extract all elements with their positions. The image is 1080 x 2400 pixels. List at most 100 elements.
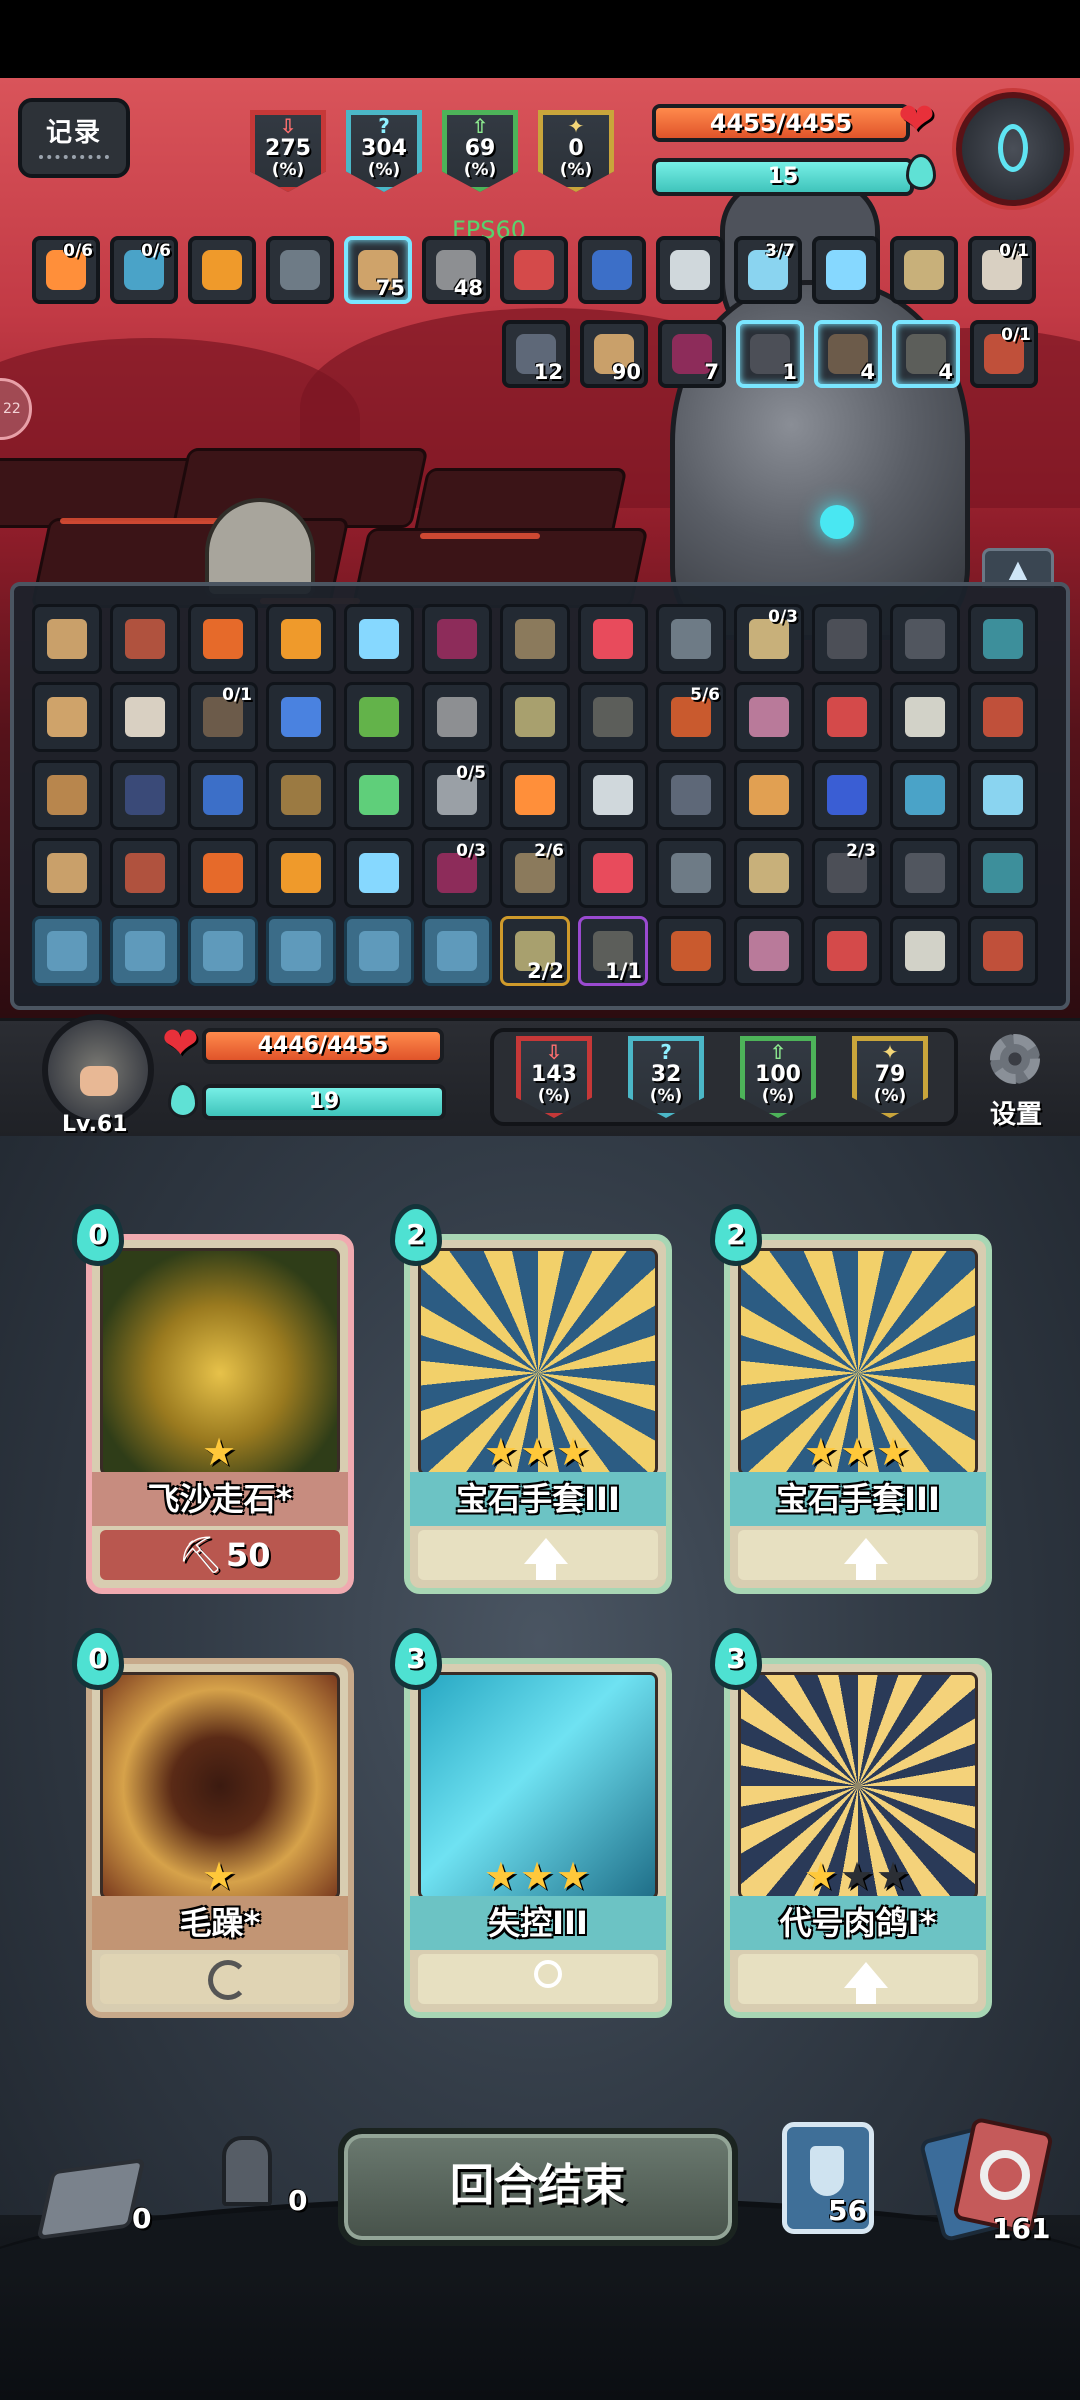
inventory-item[interactable]: 1/1 <box>578 916 648 986</box>
inventory-item[interactable] <box>968 682 1038 752</box>
inventory-item[interactable] <box>32 604 102 674</box>
inventory-item[interactable] <box>500 760 570 830</box>
inventory-item[interactable] <box>188 916 258 986</box>
end-turn-button[interactable]: 回合结束 <box>338 2128 738 2246</box>
inventory-item[interactable] <box>656 916 726 986</box>
player-avatar[interactable] <box>42 1014 154 1126</box>
inventory-item[interactable] <box>110 916 180 986</box>
inventory-item[interactable]: 0/3 <box>422 838 492 908</box>
inventory-item[interactable]: 2/2 <box>500 916 570 986</box>
inventory-item[interactable] <box>266 916 336 986</box>
one-eyed-robot-icon[interactable] <box>956 92 1070 206</box>
inventory-item[interactable] <box>890 682 960 752</box>
discard-pile[interactable]: 0 <box>36 2158 151 2240</box>
inventory-item[interactable] <box>812 760 882 830</box>
settings-button[interactable]: 设置 <box>990 1094 1042 1131</box>
inventory-item[interactable] <box>500 604 570 674</box>
inventory-item[interactable] <box>266 760 336 830</box>
draw-deck[interactable]: 161 <box>918 2116 1062 2248</box>
inventory-item[interactable] <box>578 760 648 830</box>
inventory-item[interactable] <box>188 838 258 908</box>
inventory-item[interactable] <box>500 682 570 752</box>
inventory-item[interactable] <box>734 760 804 830</box>
status-slot[interactable]: 4 <box>814 320 882 388</box>
inventory-item[interactable] <box>422 604 492 674</box>
inventory-item[interactable] <box>968 604 1038 674</box>
inventory-item[interactable] <box>188 760 258 830</box>
inventory-item[interactable] <box>110 682 180 752</box>
status-slot[interactable]: 0/1 <box>968 236 1036 304</box>
status-slot[interactable]: 7 <box>658 320 726 388</box>
inventory-item[interactable] <box>734 682 804 752</box>
status-slot[interactable] <box>266 236 334 304</box>
status-slot[interactable]: 1 <box>736 320 804 388</box>
inventory-item[interactable] <box>344 760 414 830</box>
inventory-item[interactable] <box>890 838 960 908</box>
potion-pile[interactable]: 56 <box>782 2122 874 2234</box>
hand-card[interactable]: ★ 毛躁* <box>86 1658 354 2018</box>
inventory-item[interactable] <box>656 838 726 908</box>
inventory-item[interactable]: 2/6 <box>500 838 570 908</box>
status-slot[interactable]: 90 <box>580 320 648 388</box>
inventory-item[interactable] <box>968 916 1038 986</box>
status-slot[interactable]: 0/1 <box>970 320 1038 388</box>
inventory-item[interactable] <box>812 682 882 752</box>
inventory-item[interactable] <box>578 682 648 752</box>
inventory-item[interactable] <box>656 604 726 674</box>
hand-card[interactable]: ★ 飞沙走石* ⛏ 50 <box>86 1234 354 1594</box>
status-slot[interactable] <box>812 236 880 304</box>
status-slot[interactable]: 3/7 <box>734 236 802 304</box>
inventory-item[interactable] <box>266 604 336 674</box>
status-slot[interactable]: 0/6 <box>110 236 178 304</box>
status-slot[interactable] <box>578 236 646 304</box>
inventory-item[interactable] <box>188 604 258 674</box>
inventory-item[interactable] <box>266 682 336 752</box>
inventory-item[interactable] <box>890 760 960 830</box>
inventory-item[interactable] <box>344 916 414 986</box>
inventory-item[interactable] <box>344 838 414 908</box>
inventory-item[interactable] <box>968 760 1038 830</box>
status-slot[interactable] <box>500 236 568 304</box>
inventory-item[interactable]: 0/1 <box>188 682 258 752</box>
inventory-item[interactable] <box>344 604 414 674</box>
graveyard-pile[interactable]: 0 <box>192 2132 312 2232</box>
inventory-item[interactable] <box>812 604 882 674</box>
inventory-item[interactable] <box>344 682 414 752</box>
inventory-item[interactable] <box>578 838 648 908</box>
inventory-item[interactable] <box>734 916 804 986</box>
inventory-item[interactable] <box>110 838 180 908</box>
status-slot[interactable] <box>656 236 724 304</box>
status-slot[interactable]: 4 <box>892 320 960 388</box>
inventory-item[interactable] <box>578 604 648 674</box>
hand-card[interactable]: ★★★ 代号肉鸽I* <box>724 1658 992 2018</box>
inventory-item[interactable] <box>110 760 180 830</box>
record-button[interactable]: 记录 <box>18 98 130 178</box>
inventory-item[interactable] <box>32 760 102 830</box>
status-slot[interactable] <box>188 236 256 304</box>
inventory-item[interactable] <box>812 916 882 986</box>
inventory-item[interactable] <box>32 682 102 752</box>
inventory-item[interactable] <box>110 604 180 674</box>
inventory-item[interactable] <box>422 682 492 752</box>
inventory-item[interactable] <box>32 916 102 986</box>
hand-card[interactable]: ★★★ 失控III <box>404 1658 672 2018</box>
status-slot[interactable]: 12 <box>502 320 570 388</box>
inventory-item[interactable] <box>890 916 960 986</box>
inventory-item[interactable] <box>890 604 960 674</box>
status-slot[interactable]: 0/6 <box>32 236 100 304</box>
inventory-item[interactable] <box>734 838 804 908</box>
hand-card[interactable]: ★★★ 宝石手套III <box>404 1234 672 1594</box>
status-slot[interactable]: 75 <box>344 236 412 304</box>
inventory-item[interactable]: 2/3 <box>812 838 882 908</box>
inventory-item[interactable]: 0/5 <box>422 760 492 830</box>
inventory-item[interactable] <box>266 838 336 908</box>
inventory-item[interactable]: 0/3 <box>734 604 804 674</box>
inventory-item[interactable] <box>422 916 492 986</box>
hand-card[interactable]: ★★★ 宝石手套III <box>724 1234 992 1594</box>
inventory-item[interactable] <box>32 838 102 908</box>
status-slot[interactable] <box>890 236 958 304</box>
gear-icon[interactable] <box>976 1034 1052 1088</box>
inventory-item[interactable] <box>968 838 1038 908</box>
status-slot[interactable]: 48 <box>422 236 490 304</box>
inventory-item[interactable] <box>656 760 726 830</box>
